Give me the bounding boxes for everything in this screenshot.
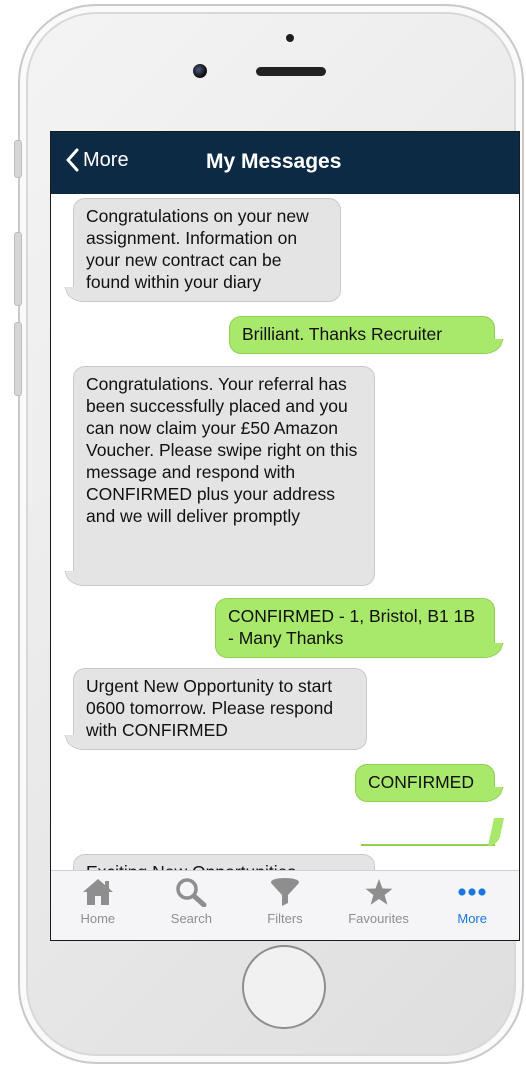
search-icon (176, 878, 207, 907)
home-icon (82, 879, 113, 905)
message-bubble-outgoing[interactable]: CONFIRMED - 1, Bristol, B1 1B - Many Tha… (215, 598, 495, 658)
tab-bar: Home Search Filters Favourites More (51, 870, 519, 940)
tab-more[interactable]: More (425, 871, 519, 940)
back-button[interactable]: More (65, 148, 129, 172)
message-bubble-incoming[interactable]: Exciting New Opportunities (73, 854, 375, 870)
chevron-left-icon (66, 148, 79, 172)
home-button[interactable] (242, 945, 326, 1029)
front-camera (193, 64, 207, 78)
star-icon (365, 879, 393, 905)
message-text: Urgent New Opportunity to start 0600 tom… (86, 676, 334, 740)
navigation-bar: More My Messages (51, 132, 519, 194)
message-text: CONFIRMED (368, 772, 474, 792)
message-bubble-incoming[interactable]: Congratulations. Your referral has been … (73, 366, 375, 586)
back-button-label: More (83, 148, 129, 171)
earpiece-speaker (256, 67, 326, 76)
message-text: CONFIRMED - 1, Bristol, B1 1B - Many Tha… (228, 606, 475, 648)
tab-filters[interactable]: Filters (238, 871, 332, 940)
tab-label: Home (80, 911, 116, 926)
tab-label: Search (170, 911, 212, 926)
tab-favourites[interactable]: Favourites (332, 871, 426, 940)
message-text: Exciting New Opportunities (86, 862, 296, 870)
page-title: My Messages (206, 150, 342, 173)
volume-up-button (14, 232, 22, 306)
message-bubble-outgoing[interactable]: Brilliant. Thanks Recruiter (229, 316, 495, 354)
more-dots-icon (458, 888, 486, 896)
proximity-sensor (286, 34, 294, 42)
tab-label: Favourites (348, 911, 409, 926)
message-bubble-incoming[interactable]: Congratulations on your new assignment. … (73, 198, 341, 302)
message-text: Congratulations. Your referral has been … (86, 374, 358, 526)
tab-search[interactable]: Search (145, 871, 239, 940)
app-screen: More My Messages Congratulations on your… (50, 131, 520, 941)
message-text: Congratulations on your new assignment. … (86, 206, 309, 292)
tab-label: Filters (267, 911, 303, 926)
message-bubble-outgoing[interactable]: CONFIRMED (355, 764, 495, 802)
silent-switch (14, 140, 22, 178)
message-list[interactable]: Congratulations on your new assignment. … (51, 194, 519, 870)
message-bubble-outgoing-empty[interactable] (361, 816, 495, 846)
tab-home[interactable]: Home (51, 871, 145, 940)
tab-label: More (457, 911, 487, 926)
message-bubble-incoming[interactable]: Urgent New Opportunity to start 0600 tom… (73, 668, 367, 750)
volume-down-button (14, 322, 22, 396)
message-text: Brilliant. Thanks Recruiter (242, 324, 443, 344)
funnel-icon (270, 878, 299, 906)
